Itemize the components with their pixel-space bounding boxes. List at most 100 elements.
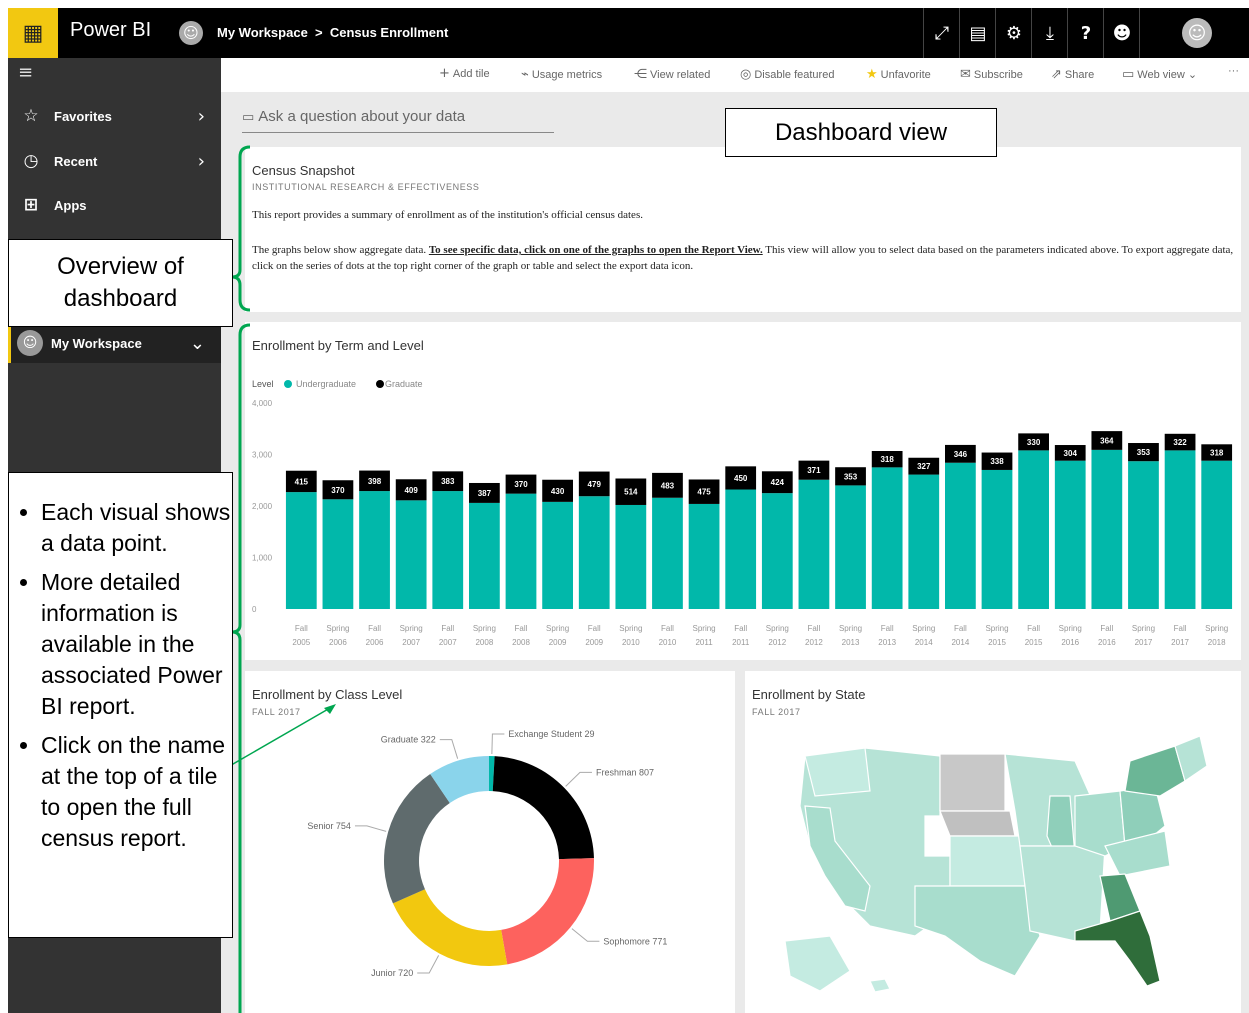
web-view-dropdown[interactable]: ▭ Web view ⌄ bbox=[1122, 67, 1197, 82]
more-options-button[interactable]: ··· bbox=[1228, 65, 1239, 77]
tile-enrollment-term-level[interactable]: Enrollment by Term and Level Level Underg… bbox=[245, 322, 1241, 660]
tile-census-snapshot[interactable]: Census Snapshot INSTITUTIONAL RESEARCH &… bbox=[245, 147, 1241, 312]
bar-undergraduate[interactable] bbox=[908, 474, 940, 609]
x-tick-label-year: 2015 bbox=[1025, 638, 1043, 647]
bar-undergraduate[interactable] bbox=[359, 491, 390, 609]
bar-undergraduate[interactable] bbox=[1091, 449, 1123, 609]
bar-undergraduate[interactable] bbox=[1201, 460, 1233, 609]
y-tick-label: 1,000 bbox=[252, 554, 273, 563]
bar-undergraduate[interactable] bbox=[578, 496, 610, 609]
qna-input[interactable]: ▭ Ask a question about your data bbox=[242, 108, 554, 133]
map-region-dakotas[interactable] bbox=[939, 753, 1006, 812]
comment-icon[interactable]: ▤ bbox=[959, 8, 996, 58]
x-tick-label-year: 2017 bbox=[1171, 638, 1189, 647]
x-tick-label-term: Fall bbox=[1100, 624, 1113, 633]
bar-undergraduate[interactable] bbox=[542, 501, 573, 609]
x-tick-label-term: Spring bbox=[912, 624, 935, 633]
map-region-plains[interactable] bbox=[949, 835, 1026, 887]
donut-slice-freshman[interactable] bbox=[492, 756, 594, 860]
workspace-avatar-icon: ☺ bbox=[179, 21, 203, 45]
user-menu[interactable] bbox=[1139, 8, 1180, 58]
tile-subtitle: FALL 2017 bbox=[752, 707, 801, 717]
enrollment-bar-chart[interactable]: Level Undergraduate Graduate 0 1,000 2,000 3,0… bbox=[245, 322, 1241, 660]
donut-leader-line bbox=[439, 739, 459, 759]
x-tick-label-year: 2013 bbox=[842, 638, 860, 647]
tile-title[interactable]: Enrollment by State bbox=[752, 687, 865, 702]
help-icon[interactable]: ? bbox=[1067, 8, 1104, 58]
x-tick-label-year: 2006 bbox=[329, 638, 347, 647]
user-avatar-icon[interactable]: ☺ bbox=[1182, 18, 1212, 48]
x-tick-label-term: Fall bbox=[515, 624, 528, 633]
donut-slice-sophomore[interactable] bbox=[501, 858, 594, 965]
tile-title[interactable]: Census Snapshot bbox=[252, 163, 355, 178]
bar-undergraduate[interactable] bbox=[761, 493, 793, 609]
tile-enrollment-state[interactable]: Enrollment by State FALL 2017 bbox=[745, 671, 1241, 1013]
view-related-button[interactable]: ⋲ View related bbox=[634, 67, 710, 82]
bar-undergraduate[interactable] bbox=[505, 493, 537, 609]
chevron-down-icon[interactable]: ⌄ bbox=[190, 333, 205, 354]
chevron-right-icon[interactable]: › bbox=[198, 151, 205, 172]
hamburger-menu-icon[interactable]: ≡ bbox=[18, 62, 33, 83]
x-tick-label-term: Spring bbox=[1059, 624, 1082, 633]
download-icon[interactable]: ⤓ bbox=[1031, 8, 1068, 58]
expand-icon[interactable]: ⤢ bbox=[923, 8, 960, 58]
bar-data-label: 424 bbox=[771, 478, 785, 487]
bar-data-label: 338 bbox=[990, 457, 1004, 466]
app-launcher-icon[interactable]: ▦ bbox=[8, 8, 58, 58]
x-tick-label-term: Fall bbox=[368, 624, 381, 633]
bar-undergraduate[interactable] bbox=[945, 462, 976, 609]
usage-metrics-button[interactable]: ⌁ Usage metrics bbox=[521, 67, 602, 82]
bar-undergraduate[interactable] bbox=[652, 497, 683, 609]
gear-icon[interactable]: ⚙ bbox=[995, 8, 1032, 58]
bar-undergraduate[interactable] bbox=[322, 499, 354, 609]
sidebar-item-apps[interactable]: ⊞ Apps bbox=[8, 185, 221, 225]
bar-undergraduate[interactable] bbox=[615, 504, 647, 609]
bar-undergraduate[interactable] bbox=[432, 491, 464, 609]
report-view-link[interactable]: To see specific data, click on one of th… bbox=[429, 244, 763, 256]
bar-data-label: 353 bbox=[1137, 448, 1151, 457]
bar-undergraduate[interactable] bbox=[469, 502, 500, 609]
bar-undergraduate[interactable] bbox=[981, 469, 1013, 609]
x-tick-label-year: 2014 bbox=[915, 638, 933, 647]
legend-undergraduate-label[interactable]: Undergraduate bbox=[296, 379, 356, 389]
callout-notes: Each visual shows a data point. More det… bbox=[8, 472, 233, 938]
bar-undergraduate[interactable] bbox=[1054, 460, 1086, 609]
map-region-hawaii[interactable] bbox=[869, 978, 891, 993]
class-level-donut-chart[interactable]: Exchange Student 29 Freshman 807 Sophomore… bbox=[245, 671, 735, 1013]
subscribe-button[interactable]: ✉ Subscribe bbox=[960, 67, 1023, 82]
smiley-icon[interactable]: ☻ bbox=[1103, 8, 1140, 58]
sidebar-item-recent[interactable]: ◷ Recent › bbox=[8, 141, 221, 181]
map-region-pacific-nw[interactable] bbox=[804, 747, 871, 797]
map-region-texas[interactable] bbox=[914, 885, 1041, 977]
chevron-right-icon[interactable]: › bbox=[198, 106, 205, 127]
unfavorite-button[interactable]: ★ Unfavorite bbox=[866, 67, 931, 82]
disable-featured-button[interactable]: ◎ Disable featured bbox=[740, 67, 834, 82]
bar-undergraduate[interactable] bbox=[1164, 450, 1196, 609]
breadcrumb[interactable]: My Workspace > Census Enrollment bbox=[217, 25, 448, 40]
bar-undergraduate[interactable] bbox=[835, 485, 866, 609]
star-filled-icon: ★ bbox=[866, 67, 878, 82]
bar-undergraduate[interactable] bbox=[285, 492, 317, 609]
map-region-new-york[interactable] bbox=[1124, 745, 1186, 797]
donut-slice-senior[interactable] bbox=[384, 774, 450, 904]
bar-undergraduate[interactable] bbox=[798, 479, 830, 609]
snapshot-paragraph-2: The graphs below show aggregate data. To… bbox=[252, 244, 1234, 272]
legend-graduate-label[interactable]: Graduate bbox=[385, 379, 423, 389]
app-name[interactable]: Power BI bbox=[70, 19, 151, 42]
us-state-map[interactable] bbox=[775, 736, 1215, 1001]
add-tile-button[interactable]: + Add tile bbox=[439, 66, 490, 81]
bar-undergraduate[interactable] bbox=[688, 503, 720, 609]
bar-undergraduate[interactable] bbox=[395, 500, 427, 609]
map-region-nebraska[interactable] bbox=[939, 810, 1016, 837]
map-region-alaska[interactable] bbox=[784, 935, 851, 992]
bar-undergraduate[interactable] bbox=[871, 467, 903, 609]
donut-data-label: Graduate 322 bbox=[381, 735, 436, 745]
bar-undergraduate[interactable] bbox=[1128, 461, 1159, 609]
bar-undergraduate[interactable] bbox=[1018, 450, 1049, 609]
tile-enrollment-class-level[interactable]: Enrollment by Class Level FALL 2017 Exch… bbox=[245, 671, 735, 1013]
donut-slice-junior[interactable] bbox=[392, 889, 508, 966]
sidebar-item-my-workspace[interactable]: ☺ My Workspace ⌄ bbox=[8, 323, 221, 363]
sidebar-item-favorites[interactable]: ☆ Favorites › bbox=[8, 96, 221, 136]
share-button[interactable]: ⇗ Share bbox=[1051, 67, 1094, 82]
bar-undergraduate[interactable] bbox=[725, 489, 757, 609]
